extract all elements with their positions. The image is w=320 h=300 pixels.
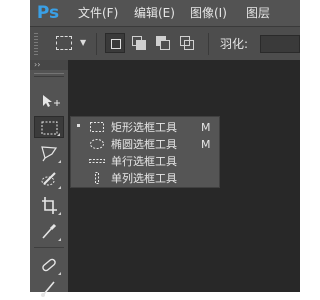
tools-panel: ›› — [30, 60, 68, 297]
options-divider — [208, 33, 209, 55]
options-bar: ▼ 羽化: — [30, 26, 300, 60]
options-divider — [96, 33, 97, 55]
rect-marquee-icon — [90, 122, 104, 132]
rectangular-marquee-tool[interactable] — [34, 116, 64, 138]
move-tool[interactable] — [34, 90, 64, 112]
flyout-item-label: 单列选框工具 — [111, 172, 177, 185]
menu-layer[interactable]: 图层 — [246, 0, 270, 26]
tools-panel-grip[interactable] — [34, 73, 64, 77]
subtract-from-selection-button[interactable] — [153, 33, 173, 53]
crop-tool[interactable] — [34, 194, 64, 216]
ellipse-marquee-icon — [90, 139, 104, 149]
add-to-selection-button[interactable] — [129, 33, 149, 53]
workspace-left-edge — [0, 0, 30, 292]
brush-tool[interactable] — [34, 278, 64, 300]
flyout-item-single-row-marquee[interactable]: 单行选框工具 — [71, 153, 219, 170]
tool-group-indicator — [58, 212, 61, 215]
tool-group-indicator — [58, 160, 61, 163]
flyout-item-rect-marquee[interactable]: 矩形选框工具 M — [71, 119, 219, 136]
menu-file[interactable]: 文件(F) — [78, 0, 118, 26]
options-bar-grip[interactable] — [34, 33, 38, 55]
flyout-item-label: 单行选框工具 — [111, 155, 177, 168]
flyout-item-label: 矩形选框工具 — [111, 121, 177, 134]
tool-group-indicator — [58, 238, 61, 241]
quick-selection-tool[interactable] — [34, 168, 64, 190]
flyout-item-single-column-marquee[interactable]: 单列选框工具 — [71, 170, 219, 187]
flyout-item-label: 椭圆选框工具 — [111, 138, 177, 151]
selected-bullet-icon — [77, 124, 80, 127]
menu-image[interactable]: 图像(I) — [190, 0, 227, 26]
intersect-with-selection-button[interactable] — [177, 33, 197, 53]
tools-divider — [34, 247, 64, 248]
marquee-tools-flyout: 矩形选框工具 M 椭圆选框工具 M 单行选框工具 单列选框工具 — [70, 116, 220, 188]
menu-edit[interactable]: 编辑(E) — [134, 0, 175, 26]
tool-group-indicator — [58, 186, 61, 189]
brush-icon — [41, 281, 55, 297]
tools-panel-collapse[interactable]: ›› — [30, 60, 68, 70]
feather-input[interactable] — [260, 35, 300, 53]
menu-bar: Ps 文件(F) 编辑(E) 图像(I) 图层 — [30, 0, 300, 26]
eyedropper-tool[interactable] — [34, 220, 64, 242]
tool-group-indicator — [58, 272, 61, 275]
marquee-icon — [41, 121, 58, 135]
flyout-item-shortcut: M — [201, 138, 211, 151]
move-icon — [43, 95, 60, 107]
tool-preset-marquee-icon[interactable] — [56, 36, 72, 50]
photoshop-logo: Ps — [36, 3, 60, 23]
lasso-tool[interactable] — [34, 142, 64, 164]
new-selection-button[interactable] — [105, 33, 125, 53]
tool-group-indicator — [57, 133, 60, 136]
flyout-item-shortcut: M — [201, 121, 211, 134]
feather-label: 羽化: — [220, 37, 249, 51]
spot-healing-tool[interactable] — [34, 254, 64, 276]
flyout-item-ellipse-marquee[interactable]: 椭圆选框工具 M — [71, 136, 219, 153]
tool-preset-dropdown-icon[interactable]: ▼ — [80, 35, 86, 51]
single-column-marquee-icon — [95, 172, 99, 184]
single-row-marquee-icon — [89, 159, 105, 163]
